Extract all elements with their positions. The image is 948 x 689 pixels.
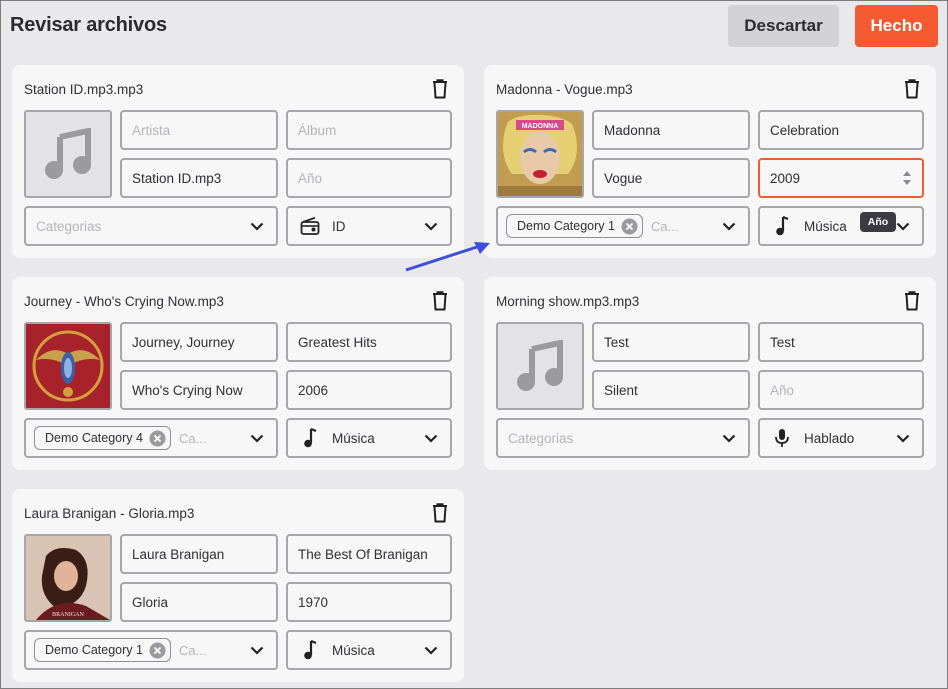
trash-icon[interactable]	[904, 79, 920, 99]
album-field[interactable]: Celebration	[758, 110, 924, 150]
type-select[interactable]: Música	[286, 630, 452, 670]
artist-field[interactable]: Artista	[120, 110, 278, 150]
album-art-placeholder[interactable]	[496, 322, 584, 410]
chevron-down-icon	[722, 222, 736, 231]
category-chip-label: Demo Category 1	[45, 643, 143, 657]
microphone-icon	[772, 428, 792, 448]
trash-icon[interactable]	[432, 503, 448, 523]
chevron-down-icon	[424, 434, 438, 443]
file-card: Journey - Who's Crying Now.mp3 Journey, …	[12, 277, 464, 470]
title-field[interactable]: Vogue	[592, 158, 750, 198]
file-name: Morning show.mp3.mp3	[496, 294, 640, 309]
file-card: Station ID.mp3.mp3 Artista Álbum Station…	[12, 65, 464, 258]
category-chip: Demo Category 1	[34, 638, 171, 662]
type-select[interactable]: Música	[286, 418, 452, 458]
category-placeholder: Ca...	[178, 642, 207, 658]
category-placeholder: Categorias	[508, 430, 574, 446]
chevron-down-icon	[424, 646, 438, 655]
year-value: 2009	[770, 170, 801, 186]
done-button[interactable]: Hecho	[855, 5, 938, 47]
chevron-down-icon	[250, 222, 264, 231]
music-note-icon	[517, 340, 563, 391]
trash-icon[interactable]	[904, 291, 920, 311]
title-field[interactable]: Silent	[592, 370, 750, 410]
spinner-arrows-icon[interactable]	[902, 169, 912, 187]
artist-field[interactable]: Test	[592, 322, 750, 362]
page-title: Revisar archivos	[10, 14, 167, 36]
type-label: Música	[804, 218, 847, 234]
chevron-down-icon	[896, 434, 910, 443]
category-select[interactable]: Demo Category 1 Ca...	[24, 630, 278, 670]
year-field[interactable]: Año	[286, 158, 452, 198]
year-field[interactable]: Año	[758, 370, 924, 410]
file-name: Station ID.mp3.mp3	[24, 82, 144, 97]
type-label: ID	[332, 218, 346, 234]
album-art[interactable]: BRANIGAN	[24, 534, 112, 622]
album-field[interactable]: Greatest Hits	[286, 322, 452, 362]
category-select[interactable]: Demo Category 4 Ca...	[24, 418, 278, 458]
album-field[interactable]: Test	[758, 322, 924, 362]
album-cover-image: BRANIGAN	[26, 536, 110, 620]
artist-field[interactable]: Madonna	[592, 110, 750, 150]
album-field[interactable]: The Best Of Branigan	[286, 534, 452, 574]
file-card: Morning show.mp3.mp3 Test Test Silent Añ…	[484, 277, 936, 470]
year-field[interactable]: 1970	[286, 582, 452, 622]
file-card: Laura Branigan - Gloria.mp3 BRANIGAN Lau…	[12, 489, 464, 682]
type-label: Música	[332, 642, 375, 658]
category-select[interactable]: Categorias	[24, 206, 278, 246]
type-label: Música	[332, 430, 375, 446]
album-cover-image: MADONNA	[498, 112, 582, 196]
category-select[interactable]: Demo Category 1 Ca...	[496, 206, 750, 246]
trash-icon[interactable]	[432, 79, 448, 99]
svg-text:MADONNA: MADONNA	[522, 123, 559, 130]
remove-chip-icon[interactable]	[149, 642, 166, 659]
title-field[interactable]: Who's Crying Now	[120, 370, 278, 410]
album-art[interactable]: MADONNA	[496, 110, 584, 198]
chevron-down-icon	[896, 222, 910, 231]
album-cover-image	[26, 324, 110, 408]
category-placeholder: Ca...	[178, 430, 207, 446]
music-note-icon	[772, 216, 792, 236]
file-name: Journey - Who's Crying Now.mp3	[24, 294, 224, 309]
music-note-icon	[300, 640, 320, 660]
album-art[interactable]	[24, 322, 112, 410]
album-field[interactable]: Álbum	[286, 110, 452, 150]
category-chip: Demo Category 4	[34, 426, 171, 450]
chevron-down-icon	[722, 434, 736, 443]
category-placeholder: Categorias	[36, 218, 102, 234]
category-chip-label: Demo Category 4	[45, 431, 143, 445]
category-select[interactable]: Categorias	[496, 418, 750, 458]
type-select[interactable]: Música	[758, 206, 924, 246]
artist-field[interactable]: Laura Branigan	[120, 534, 278, 574]
file-name: Laura Branigan - Gloria.mp3	[24, 506, 195, 521]
trash-icon[interactable]	[432, 291, 448, 311]
year-field[interactable]: 2006	[286, 370, 452, 410]
year-tooltip: Año	[860, 212, 896, 232]
chevron-down-icon	[250, 646, 264, 655]
title-field[interactable]: Gloria	[120, 582, 278, 622]
category-chip: Demo Category 1	[506, 214, 643, 238]
year-field[interactable]: 2009	[758, 158, 924, 198]
category-chip-label: Demo Category 1	[517, 219, 615, 233]
file-name: Madonna - Vogue.mp3	[496, 82, 633, 97]
music-note-icon	[300, 428, 320, 448]
discard-button[interactable]: Descartar	[728, 5, 839, 47]
remove-chip-icon[interactable]	[149, 430, 166, 447]
type-select[interactable]: Hablado	[758, 418, 924, 458]
type-label: Hablado	[804, 430, 855, 446]
svg-text:BRANIGAN: BRANIGAN	[52, 612, 84, 618]
radio-icon	[300, 216, 320, 236]
music-note-icon	[45, 128, 91, 179]
album-art-placeholder[interactable]	[24, 110, 112, 198]
chevron-down-icon	[250, 434, 264, 443]
remove-chip-icon[interactable]	[621, 218, 638, 235]
title-field[interactable]: Station ID.mp3	[120, 158, 278, 198]
category-placeholder: Ca...	[650, 218, 679, 234]
chevron-down-icon	[424, 222, 438, 231]
annotation-arrow-icon	[405, 242, 490, 272]
artist-field[interactable]: Journey, Journey	[120, 322, 278, 362]
